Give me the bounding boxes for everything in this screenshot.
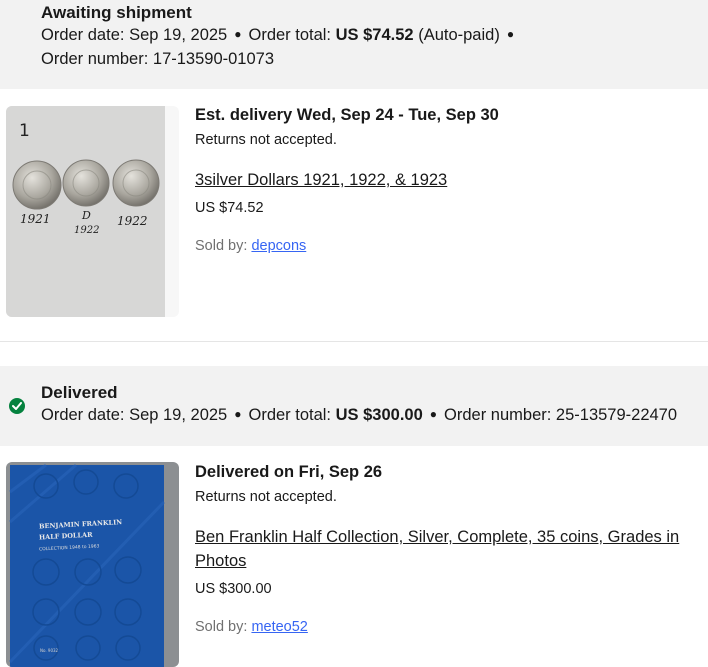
seller-link[interactable]: depcons [251, 238, 306, 254]
item-price: US $300.00 [195, 581, 272, 597]
separator-dot: ● [234, 27, 242, 41]
item-thumbnail[interactable]: 1 1921 D 1922 1922 [6, 106, 179, 317]
order-number: 25-13579-22470 [555, 406, 678, 424]
separator-dot: ● [234, 407, 242, 421]
returns-policy: Returns not accepted. [195, 132, 337, 148]
order-divider [0, 341, 708, 342]
check-circle-icon [9, 398, 25, 414]
order-date-label: Order date: [41, 26, 125, 44]
order-number: 17-13590-01073 [152, 50, 274, 68]
coin-folder-photo: BENJAMIN FRANKLIN HALF DOLLAR COLLECTION… [6, 462, 179, 667]
order-total: US $74.52 [335, 26, 414, 44]
item-title-link[interactable]: Ben Franklin Half Collection, Silver, Co… [195, 525, 705, 573]
sold-by-label: Sold by: [195, 238, 248, 254]
order-header: Awaiting shipment Order date: Sep 19, 20… [0, 0, 708, 89]
order-summary-line: Order date: Sep 19, 2025 ● Order total: US… [41, 406, 677, 425]
photo-marking: No. 9032 [40, 648, 59, 653]
order-date: Sep 19, 2025 [129, 26, 228, 44]
order-status: Awaiting shipment [41, 3, 192, 22]
order-header: Delivered Order date: Sep 19, 2025 ● Order… [0, 366, 708, 446]
item-price: US $74.52 [195, 200, 264, 216]
sold-by: Sold by: meteo52 [195, 619, 308, 635]
order-number-line: Order number: 17-13590-01073 [41, 50, 274, 69]
order-number-label: Order number: [444, 406, 552, 424]
photo-marking: 1922 [74, 225, 99, 236]
photo-marking: 1 [19, 121, 30, 141]
item-title-link[interactable]: 3silver Dollars 1921, 1922, & 1923 [195, 168, 447, 192]
order-status: Delivered [41, 383, 118, 402]
order-total: US $300.00 [335, 406, 423, 424]
sold-by-label: Sold by: [195, 619, 248, 635]
photo-marking: D [81, 209, 91, 222]
separator-dot: ● [506, 27, 515, 41]
delivery-estimate: Est. delivery Wed, Sep 24 - Tue, Sep 30 [195, 106, 499, 124]
seller-link[interactable]: meteo52 [251, 619, 307, 635]
separator-dot: ● [429, 407, 438, 421]
order-number-label: Order number: [41, 50, 149, 68]
sold-by: Sold by: depcons [195, 238, 306, 254]
order-summary-line: Order date: Sep 19, 2025 ● Order total: US… [41, 26, 521, 45]
order-date-label: Order date: [41, 406, 125, 424]
photo-marking: 1922 [117, 214, 148, 228]
returns-policy: Returns not accepted. [195, 489, 337, 505]
delivery-status: Delivered on Fri, Sep 26 [195, 463, 383, 481]
order-date: Sep 19, 2025 [129, 406, 228, 424]
payment-note: (Auto-paid) [418, 26, 500, 44]
silver-dollars-photo: 1 1921 D 1922 1922 [6, 106, 165, 317]
photo-marking: 1921 [20, 212, 51, 226]
order-total-label: Order total: [248, 26, 332, 44]
item-thumbnail[interactable]: BENJAMIN FRANKLIN HALF DOLLAR COLLECTION… [6, 462, 179, 667]
order-total-label: Order total: [248, 406, 332, 424]
